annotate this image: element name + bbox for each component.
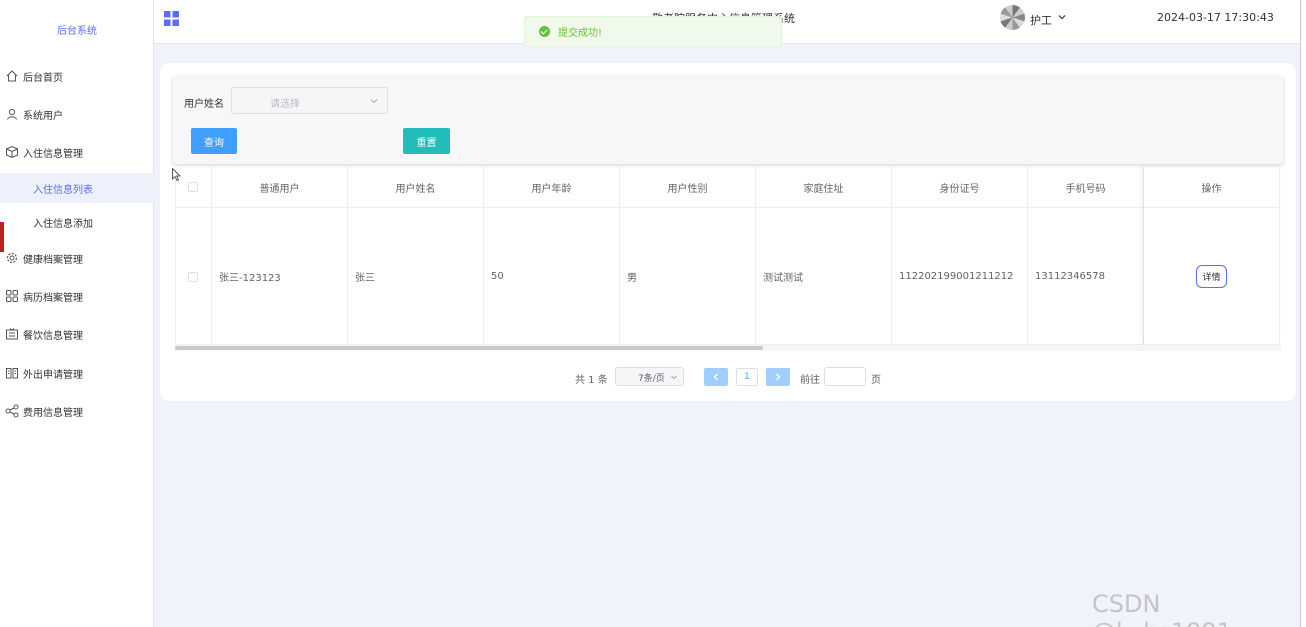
sidebar-item-label: 系统用户 <box>23 110 63 122</box>
goto-page-input[interactable] <box>824 367 866 386</box>
home-icon <box>5 69 19 83</box>
user-name-select[interactable]: 请选择 <box>231 87 388 114</box>
cell-gender: 男 <box>620 208 756 345</box>
chevron-down-icon <box>369 96 379 106</box>
sidebar-item-health-records[interactable]: 健康档案管理 <box>0 243 154 273</box>
prev-page-button[interactable] <box>704 368 728 386</box>
row-select-cell <box>175 208 212 345</box>
cell-phone: 13112346578 <box>1028 208 1144 345</box>
sidebar-item-medical-records[interactable]: 病历档案管理 <box>0 281 154 311</box>
submenu-item-label: 入住信息添加 <box>33 218 93 230</box>
box-icon <box>5 145 19 159</box>
column-header: 用户性别 <box>620 167 756 207</box>
sidebar-item-label: 外出申请管理 <box>23 369 83 381</box>
avatar[interactable] <box>1000 5 1025 30</box>
row-checkbox[interactable] <box>188 271 198 282</box>
column-header: 身份证号 <box>892 167 1028 207</box>
cell-user: 张三-123123 <box>212 208 348 345</box>
gear-icon <box>5 251 19 265</box>
sidebar-item-checkin-management[interactable]: 入住信息管理 <box>0 137 154 167</box>
menu-icon <box>5 327 19 341</box>
sidebar-item-label: 费用信息管理 <box>23 407 83 419</box>
column-header: 手机号码 <box>1028 167 1144 207</box>
apps-grid-icon[interactable] <box>164 11 179 26</box>
chevron-right-icon <box>776 373 781 381</box>
select-all-checkbox[interactable] <box>188 182 198 192</box>
page-suffix-label: 页 <box>871 375 881 386</box>
submenu-item-checkin-list[interactable]: 入住信息列表 <box>0 173 154 203</box>
fixed-column-shadow <box>1144 167 1281 345</box>
sidebar-item-label: 餐饮信息管理 <box>23 330 83 342</box>
mouse-cursor-icon <box>172 167 181 182</box>
page-size-select[interactable]: 7条/页 <box>615 367 684 386</box>
scrollbar-thumb[interactable] <box>175 346 763 350</box>
goto-label: 前往 <box>800 375 820 386</box>
sidebar-item-label: 后台首页 <box>23 72 63 84</box>
sidebar-item-home[interactable]: 后台首页 <box>0 61 154 91</box>
chevron-down-icon <box>670 373 678 381</box>
sidebar-brand: 后台系统 <box>57 26 97 37</box>
cell-address: 测试测试 <box>756 208 892 345</box>
submenu-item-checkin-add[interactable]: 入住信息添加 <box>0 207 154 237</box>
user-icon <box>5 107 19 121</box>
sidebar: 后台系统 后台首页 系统用户 入住信息管理 入住信息列表 入住信息添加 健康档案… <box>0 0 154 627</box>
sidebar-item-outing-requests[interactable]: 外出申请管理 <box>0 358 154 388</box>
sidebar-item-system-users[interactable]: 系统用户 <box>0 99 154 129</box>
page-size-value: 7条/页 <box>638 374 665 384</box>
sidebar-item-label: 病历档案管理 <box>23 292 83 304</box>
sidebar-item-label: 入住信息管理 <box>23 148 83 160</box>
column-header: 普通用户 <box>212 167 348 207</box>
toast-message: 提交成功! <box>558 28 603 39</box>
chevron-down-icon[interactable] <box>1057 12 1067 22</box>
reset-button[interactable]: 重置 <box>403 128 450 154</box>
table-row: 张三-123123 张三 50 男 测试测试 11220219900121121… <box>175 208 1280 345</box>
sidebar-item-fee-info[interactable]: 费用信息管理 <box>0 396 154 426</box>
cell-age: 50 <box>484 208 620 345</box>
table-header: 普通用户 用户姓名 用户年龄 用户性别 家庭住址 身份证号 手机号码 操作 <box>175 167 1280 208</box>
cell-id-number: 112202199001211212 <box>892 208 1028 345</box>
column-header: 用户姓名 <box>348 167 484 207</box>
user-name[interactable]: 护工 <box>1030 12 1052 28</box>
current-datetime: 2024-03-17 17:30:43 <box>1157 11 1274 24</box>
window-edge-marker <box>0 222 4 252</box>
page-number-current[interactable]: 1 <box>736 368 758 386</box>
column-header: 用户年龄 <box>484 167 620 207</box>
submenu-item-label: 入住信息列表 <box>33 184 93 196</box>
grid-icon <box>5 289 19 303</box>
share-icon <box>5 404 19 418</box>
watermark: CSDN @kybs1991 <box>1092 590 1232 627</box>
chevron-left-icon <box>713 373 718 381</box>
sidebar-item-label: 健康档案管理 <box>23 254 83 266</box>
sidebar-item-dining-info[interactable]: 餐饮信息管理 <box>0 319 154 349</box>
success-toast: 提交成功! <box>524 16 782 47</box>
query-button[interactable]: 查询 <box>191 128 237 154</box>
pagination-total: 共 1 条 <box>575 375 608 386</box>
check-circle-icon <box>539 26 550 37</box>
search-label: 用户姓名 <box>184 99 224 110</box>
select-placeholder: 请选择 <box>270 99 300 110</box>
book-icon <box>5 366 19 380</box>
next-page-button[interactable] <box>766 368 790 386</box>
window-right-edge <box>1300 0 1306 627</box>
column-header: 家庭住址 <box>756 167 892 207</box>
cell-name: 张三 <box>348 208 484 345</box>
